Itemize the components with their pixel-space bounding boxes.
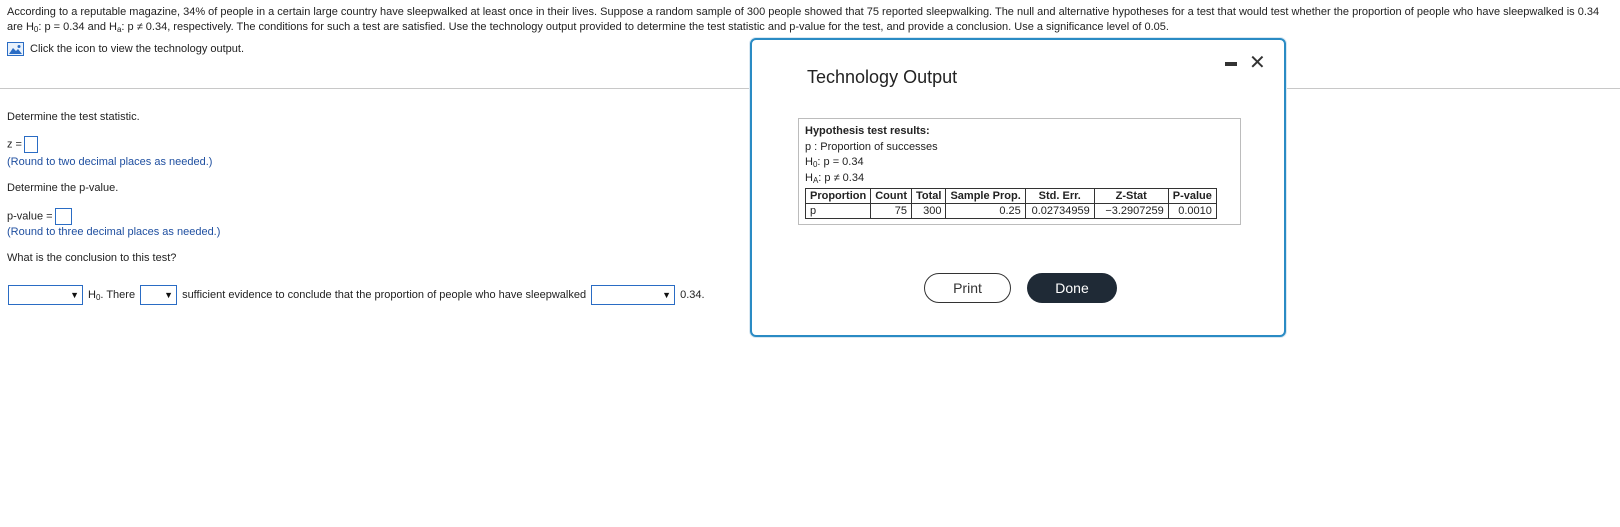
image-icon[interactable] — [7, 42, 24, 56]
done-button[interactable]: Done — [1027, 273, 1117, 303]
decision-dropdown[interactable]: ▼ — [8, 285, 83, 305]
h0-label: H0. There — [88, 289, 136, 302]
p-value-label: p-value = — [7, 210, 53, 223]
z-answer-row: z = — [7, 136, 38, 153]
question-p-value: Determine the p-value. — [7, 182, 119, 194]
table-header-row: Proportion Count Total Sample Prop. Std.… — [804, 188, 1217, 204]
column-header: Total — [910, 188, 947, 204]
minimize-icon[interactable] — [1225, 62, 1237, 66]
output-parameter-line: p : Proportion of successes — [805, 140, 938, 153]
conclusion-text: sufficient evidence to conclude that the… — [182, 289, 587, 301]
question-conclusion: What is the conclusion to this test? — [7, 252, 177, 264]
z-input[interactable] — [23, 136, 38, 153]
table-row: p 75 300 0.25 0.02734959 −3.2907259 0.00… — [804, 203, 1217, 219]
table-cell: 0.0010 — [1167, 203, 1217, 219]
comparison-dropdown[interactable]: ▼ — [591, 285, 676, 305]
dropdown-arrow-icon: ▼ — [164, 290, 174, 300]
table-cell: 0.02734959 — [1024, 203, 1095, 219]
technology-output-link-label[interactable]: Click the icon to view the technology ou… — [30, 43, 244, 55]
dropdown-arrow-icon: ▼ — [662, 290, 672, 300]
table-cell: 300 — [910, 203, 947, 219]
question-test-statistic: Determine the test statistic. — [7, 111, 140, 123]
problem-statement: According to a reputable magazine, 34% o… — [7, 5, 1612, 35]
rounding-hint-two: (Round to two decimal places as needed.) — [7, 156, 213, 168]
conclusion-value: 0.34. — [680, 289, 705, 301]
problem-text-part: : p = 0.34 and H — [38, 21, 117, 33]
column-header: Proportion — [804, 188, 872, 204]
output-null-hypothesis: H0: p = 0.34 — [805, 156, 864, 169]
technology-output-link[interactable]: Click the icon to view the technology ou… — [7, 42, 244, 56]
column-header: Std. Err. — [1024, 188, 1095, 204]
p-value-answer-row: p-value = — [7, 208, 72, 225]
table-cell: −3.2907259 — [1093, 203, 1169, 219]
column-header: Count — [870, 188, 912, 204]
column-header: P-value — [1167, 188, 1217, 204]
technology-output-box: Hypothesis test results: p : Proportion … — [798, 118, 1241, 225]
problem-text-part: : p ≠ 0.34, respectively. The conditions… — [121, 21, 1169, 33]
output-header: Hypothesis test results: — [805, 125, 930, 137]
technology-output-dialog: Technology Output ✕ Hypothesis test resu… — [750, 38, 1286, 337]
table-cell: 0.25 — [945, 203, 1026, 219]
dialog-title: Technology Output — [807, 67, 958, 87]
column-header: Sample Prop. — [945, 188, 1026, 204]
evidence-dropdown[interactable]: ▼ — [140, 285, 178, 305]
table-cell: 75 — [870, 203, 912, 219]
z-label: z = — [7, 138, 22, 151]
close-icon[interactable]: ✕ — [1249, 50, 1266, 75]
table-cell: p — [804, 203, 872, 219]
results-table: Proportion Count Total Sample Prop. Std.… — [804, 188, 1217, 219]
rounding-hint-three: (Round to three decimal places as needed… — [7, 226, 221, 238]
column-header: Z-Stat — [1093, 188, 1169, 204]
p-value-input[interactable] — [54, 208, 72, 225]
dropdown-arrow-icon: ▼ — [70, 290, 79, 300]
conclusion-row: ▼ H0. There ▼ sufficient evidence to con… — [8, 285, 705, 305]
output-alt-hypothesis: HA: p ≠ 0.34 — [805, 171, 865, 185]
print-button[interactable]: Print — [924, 273, 1011, 303]
